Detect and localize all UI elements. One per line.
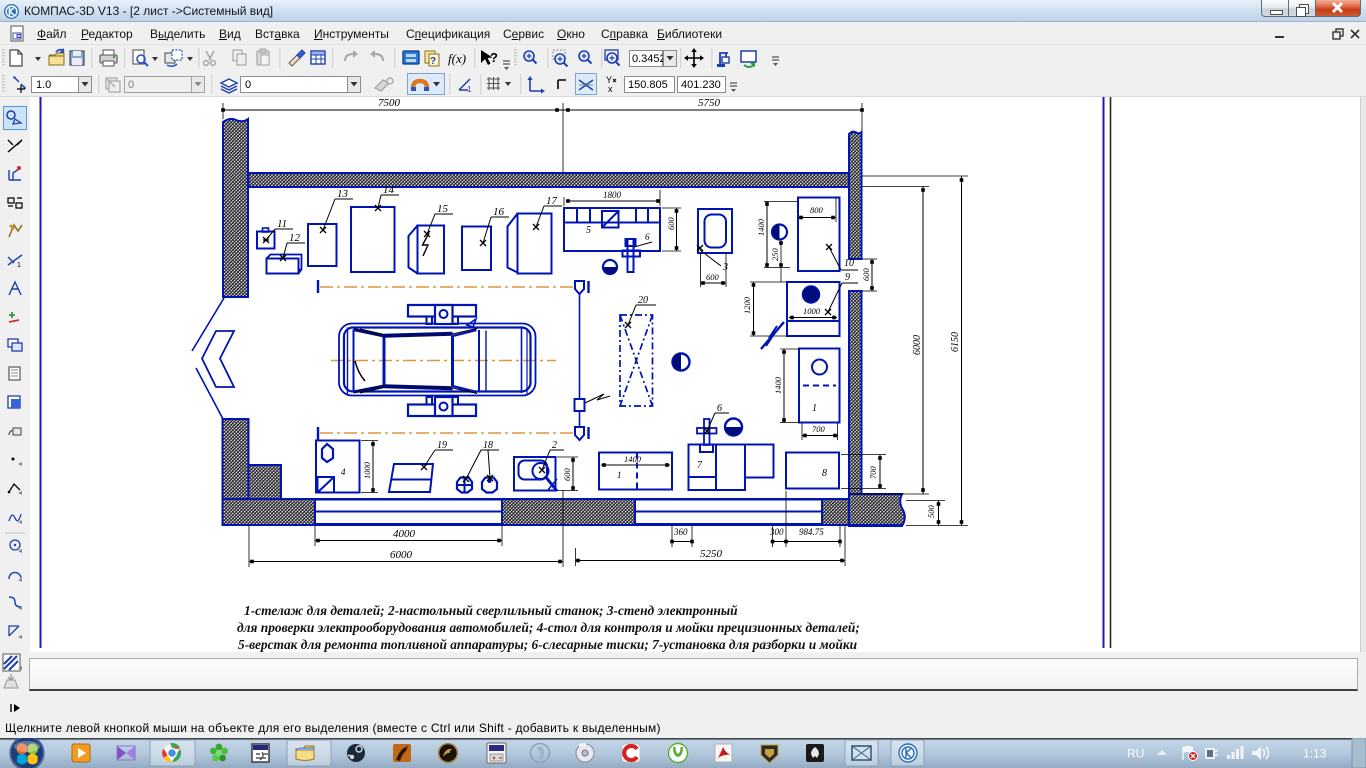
svg-text:3: 3 [722,262,728,273]
svg-text:для проверки электрооборудован: для проверки электрооборудования автомоб… [237,620,860,635]
svg-text:600: 600 [706,272,720,282]
svg-text:1400: 1400 [773,376,783,394]
svg-text:10: 10 [844,258,854,269]
svg-text:6150: 6150 [950,332,961,352]
svg-text:x: x [608,84,613,94]
svg-text:19: 19 [437,440,447,451]
svg-text:20: 20 [638,295,648,306]
svg-text:1400: 1400 [756,218,766,236]
svg-text:5: 5 [586,225,591,236]
svg-text:800: 800 [810,205,824,215]
svg-text:18: 18 [483,440,493,451]
svg-text:14: 14 [383,184,395,196]
svg-text:1800: 1800 [603,190,622,200]
svg-text:1: 1 [467,85,472,94]
svg-text:0: 0 [128,79,134,91]
svg-text:12: 12 [289,232,301,244]
svg-text:5750: 5750 [698,97,721,109]
svg-text:700: 700 [868,466,878,480]
svg-text:9: 9 [845,272,850,283]
svg-text:360: 360 [673,527,688,537]
svg-text:1200: 1200 [742,296,752,314]
svg-text:8: 8 [822,468,827,479]
svg-text:1-стелаж для деталей; 2-настол: 1-стелаж для деталей; 2-настольный сверл… [244,603,738,618]
svg-text:700: 700 [812,424,826,434]
svg-text:5250: 5250 [700,548,723,560]
svg-text:984.75: 984.75 [799,527,824,537]
svg-text:1400: 1400 [624,454,642,464]
svg-text:150.805: 150.805 [628,79,668,91]
svg-text:1000: 1000 [362,461,372,479]
svg-text:2: 2 [552,440,557,451]
svg-text:16: 16 [493,206,505,218]
svg-text:0: 0 [245,79,251,91]
svg-text:401.230: 401.230 [681,79,721,91]
svg-text:6000: 6000 [390,549,413,561]
svg-text:?: ? [490,50,498,65]
svg-text:600: 600 [666,217,676,231]
svg-text:600: 600 [562,468,572,482]
svg-text:11: 11 [277,218,287,230]
svg-text:5-верстак для ремонта топливно: 5-верстак для ремонта топливной аппарату… [238,637,858,652]
svg-text:500: 500 [926,505,936,519]
svg-text:1: 1 [17,262,21,269]
svg-text:1:13: 1:13 [1303,747,1327,761]
svg-text:1: 1 [617,470,622,480]
svg-text:15: 15 [437,203,449,215]
svg-text:600: 600 [861,268,871,282]
svg-text:6: 6 [717,403,722,414]
svg-text:4000: 4000 [393,528,416,540]
svg-text:6000: 6000 [912,335,923,355]
svg-text:f(x): f(x) [448,51,466,66]
svg-text:7: 7 [697,460,703,471]
svg-text:300: 300 [769,527,784,537]
svg-text:7500: 7500 [378,97,401,109]
svg-text:6: 6 [645,232,650,242]
svg-text:RU: RU [1127,747,1144,761]
svg-text:17: 17 [546,195,558,207]
svg-text:1.0: 1.0 [36,79,51,91]
svg-text:250: 250 [770,248,780,262]
svg-text:?: ? [430,56,436,67]
svg-text:1000: 1000 [803,306,821,316]
svg-text:1: 1 [812,403,817,414]
svg-text:0.3452: 0.3452 [632,53,666,65]
svg-text:13: 13 [337,188,349,200]
svg-text:4: 4 [341,467,346,477]
